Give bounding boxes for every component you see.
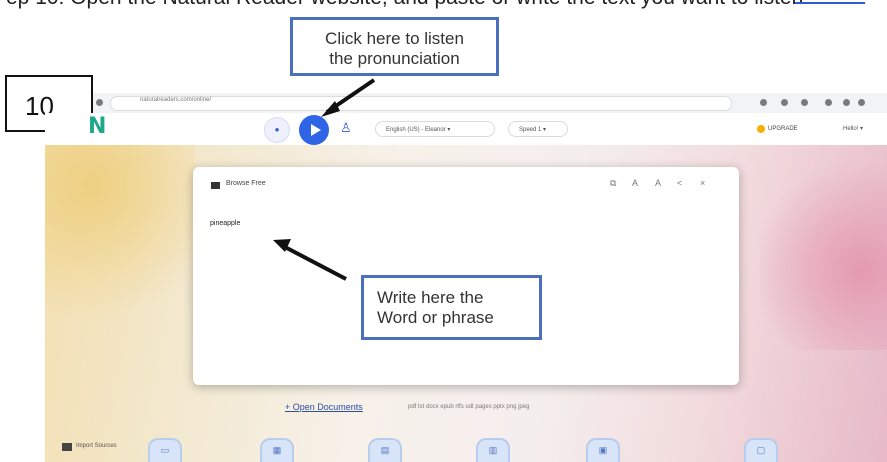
import-source-tile[interactable]: ▤ [368, 438, 402, 462]
import-source-tile[interactable]: ▥ [476, 438, 510, 462]
import-source-tile[interactable]: ▦ [260, 438, 294, 462]
import-source-tile[interactable]: ▢ [744, 438, 778, 462]
open-documents-label[interactable]: + Open Documents [285, 402, 363, 412]
import-source-tile[interactable]: ▣ [586, 438, 620, 462]
supported-file-types: pdf txt docx epub rtfs odt pages pptx pn… [408, 404, 530, 410]
open-documents-link[interactable]: + Open Documents [285, 402, 363, 412]
arrow-to-editor-text [273, 239, 347, 281]
arrow-to-play-button [321, 78, 376, 117]
import-source-tile[interactable]: ▭ [148, 438, 182, 462]
import-sources-icon [62, 443, 72, 451]
import-sources-label: Import Sources [76, 443, 117, 449]
annotation-arrows [273, 78, 376, 281]
